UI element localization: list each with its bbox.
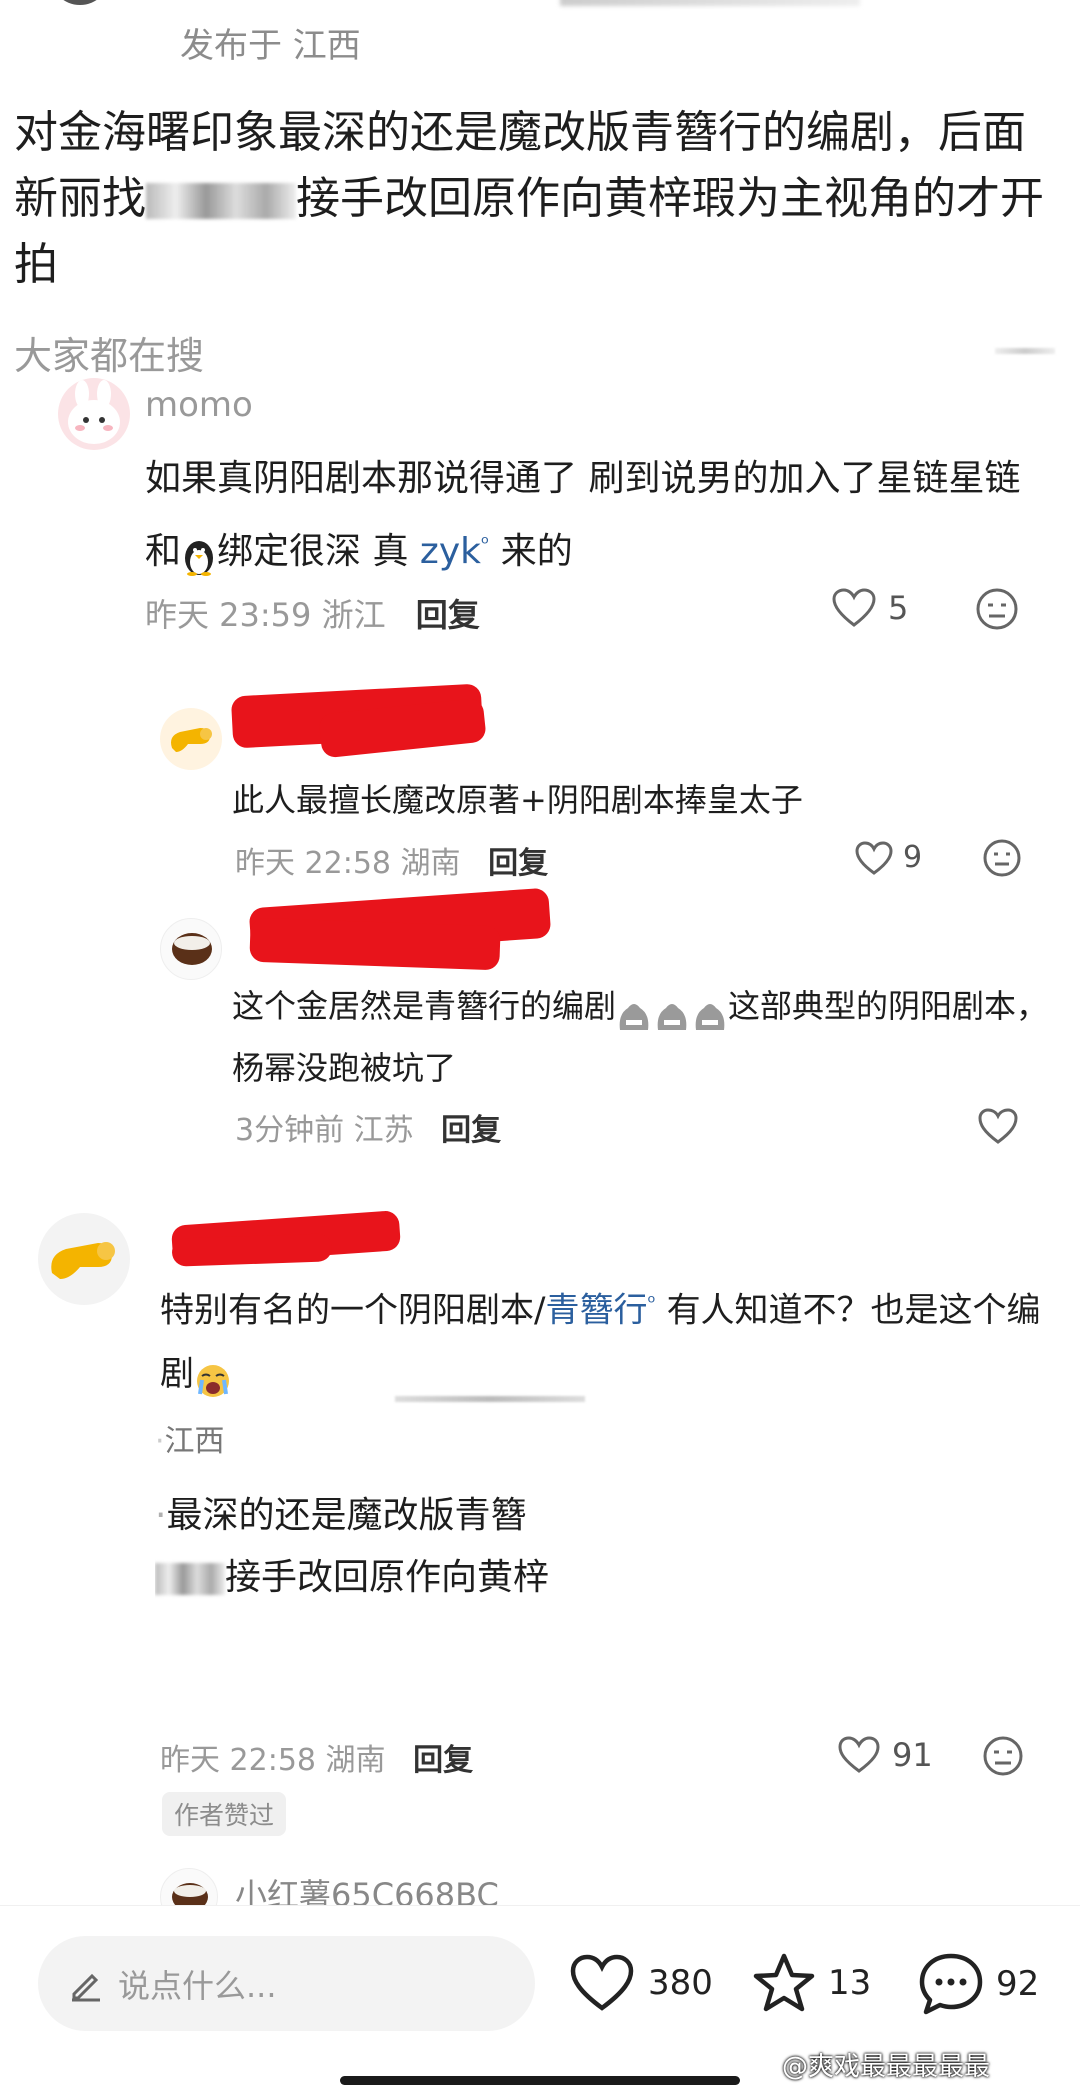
dislike-button[interactable] xyxy=(975,587,1019,631)
bunny-avatar-icon xyxy=(68,380,120,444)
post-meta: 发布于 江西 xyxy=(180,26,361,66)
reply-2-time: 3分钟前 江苏 xyxy=(235,1113,414,1148)
like-button[interactable]: 5 xyxy=(832,588,908,628)
blurred-name xyxy=(146,183,296,219)
like-count: 5 xyxy=(888,589,909,627)
star-icon xyxy=(753,1953,815,2012)
comment-meta-momo: 昨天 23:59 浙江 回复 xyxy=(145,590,480,636)
post-comment-button[interactable]: 92 xyxy=(918,1952,1039,2016)
reply-1-reply-button[interactable]: 回复 xyxy=(488,846,548,881)
heart-icon xyxy=(832,588,876,627)
search-small-icon: ᵒ xyxy=(647,1290,656,1314)
reply-1-like-count: 9 xyxy=(903,840,923,875)
quoted-line-2: 接手改回原作向黄梓 xyxy=(155,1547,605,1609)
avatar-reply-2[interactable] xyxy=(160,918,222,980)
heart-icon xyxy=(570,1954,634,2011)
redacted-username-3-tail xyxy=(171,1233,333,1267)
comment-momo-text-3: 来的 xyxy=(500,531,573,572)
comment-3-meta: 昨天 22:58 湖南 回复 xyxy=(160,1735,473,1779)
avatar-momo[interactable] xyxy=(58,378,130,450)
comment-3-like-button[interactable]: 91 xyxy=(838,1736,933,1774)
avatar-reply-1[interactable] xyxy=(160,708,222,770)
username-momo[interactable]: momo xyxy=(145,385,253,425)
post-collect-button[interactable]: 13 xyxy=(752,1952,871,2014)
pinch-hand-icon xyxy=(171,728,212,752)
bottom-bar: 说点什么... 380 13 92 @爽戏最最最最最 xyxy=(0,1905,1080,2090)
author-liked-badge: 作者赞过 xyxy=(162,1792,287,1836)
heart-icon xyxy=(855,840,893,875)
quoted-location-prefix: · xyxy=(155,1424,165,1459)
reply-1-like-button[interactable]: 9 xyxy=(855,840,922,875)
quoted-blur xyxy=(155,1563,225,1595)
post-collect-count: 13 xyxy=(828,1963,872,2003)
reply-1-meta: 昨天 22:58 湖南 回复 xyxy=(235,838,548,882)
redacted-username-2-tail xyxy=(249,917,501,971)
comment-3-like-count: 91 xyxy=(892,1736,933,1774)
comment-input[interactable]: 说点什么... xyxy=(38,1936,535,2031)
search-small-icon: ᵒ xyxy=(480,531,490,555)
grimace-emoji-icon xyxy=(616,990,728,1030)
comment-input-placeholder: 说点什么... xyxy=(118,1966,277,2005)
comment-3-reply-button[interactable]: 回复 xyxy=(413,1743,473,1778)
reply-1-text: 此人最擅长魔改原著+阴阳剧本捧皇太子 xyxy=(232,781,803,819)
pinch-hand-icon xyxy=(51,1242,115,1279)
post-like-button[interactable]: 380 xyxy=(570,1954,713,2012)
quoted-line-2-text: 接手改回原作向黄梓 xyxy=(225,1557,550,1598)
reply-1-dislike-button[interactable] xyxy=(982,838,1022,878)
comment-time: 昨天 23:59 浙江 xyxy=(145,596,386,634)
quoted-line-1: ·最深的还是魔改版青簪 xyxy=(155,1485,605,1547)
top-cutoff-text xyxy=(560,0,860,6)
neutral-face-icon xyxy=(983,1736,1023,1776)
bowl-avatar-icon xyxy=(172,933,212,965)
pencil-icon xyxy=(72,1973,100,2001)
reply-1-time: 昨天 22:58 湖南 xyxy=(235,846,461,881)
reply-2-text: 这个金居然是青簪行的编剧 这部典型的阴阳剧本，杨幂没跑被坑了 xyxy=(232,975,1052,1099)
top-avatar-partial[interactable] xyxy=(50,0,110,5)
comment-momo-text-2: 绑定很深 真 xyxy=(217,531,409,572)
reply-2-reply-button[interactable]: 回复 xyxy=(441,1113,501,1148)
comment-3-text: 特别有名的一个阴阳剧本/青簪行ᵒ 有人知道不？也是这个编剧 xyxy=(160,1270,1060,1406)
search-link-qingzanxing[interactable]: 青簪行 xyxy=(545,1290,647,1330)
search-link-zyk[interactable]: zyk xyxy=(420,531,481,572)
neutral-face-icon xyxy=(976,588,1018,630)
avatar-comment-3[interactable] xyxy=(38,1213,130,1305)
quoted-text: ·最深的还是魔改版青簪 接手改回原作向黄梓 xyxy=(155,1485,605,1609)
quoted-location-text: 江西 xyxy=(164,1424,225,1459)
reply-2-like-button[interactable] xyxy=(978,1108,1018,1144)
comment-3-dislike-button[interactable] xyxy=(982,1735,1024,1777)
penguin-emoji-icon xyxy=(181,533,217,576)
quoted-cut-char: · xyxy=(155,1495,167,1536)
heart-icon xyxy=(838,1736,880,1773)
speech-bubble-icon xyxy=(919,1953,983,2015)
heart-icon xyxy=(978,1108,1018,1144)
watermark: @爽戏最最最最最 xyxy=(782,2052,991,2082)
crying-emoji-icon xyxy=(194,1357,232,1397)
reply-2-text-1: 这个金居然是青簪行的编剧 xyxy=(232,987,617,1025)
top-post-text: 对金海曙印象最深的还是魔改版青簪行的编剧，后面新丽找 接手改回原作向黄梓瑕为主视角… xyxy=(14,100,1069,298)
quoted-faded-top xyxy=(395,1396,585,1402)
post-comment-count: 92 xyxy=(996,1964,1040,2004)
reply-2-meta: 3分钟前 江苏 回复 xyxy=(235,1105,501,1149)
comment-text-momo: 如果真阴阳剧本那说得通了 刷到说男的加入了星链星链和 绑定很深 真 zykᵒ 来的 xyxy=(145,447,1045,584)
comment-3-text-1: 特别有名的一个阴阳剧本/ xyxy=(160,1290,546,1331)
post-like-count: 380 xyxy=(648,1963,713,2003)
neutral-face-icon xyxy=(983,839,1021,877)
quoted-location: ·江西 xyxy=(155,1416,225,1460)
search-hint-decoration xyxy=(995,348,1055,354)
quoted-line-1-text: 最深的还是魔改版青簪 xyxy=(166,1495,527,1536)
comment-3-time: 昨天 22:58 湖南 xyxy=(160,1743,386,1778)
search-hint[interactable]: 大家都在搜 xyxy=(14,325,204,380)
reply-button[interactable]: 回复 xyxy=(416,596,480,634)
home-indicator[interactable] xyxy=(340,2076,740,2085)
